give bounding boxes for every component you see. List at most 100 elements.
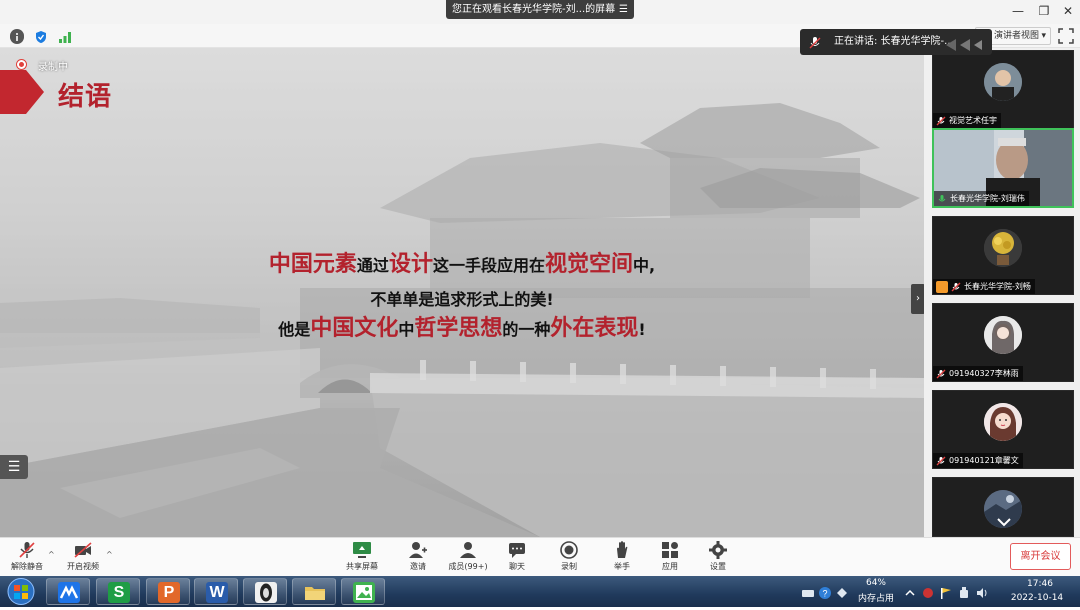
mic-muted-icon xyxy=(936,456,946,466)
help-icon[interactable]: ? xyxy=(819,584,831,599)
participant-tile-6[interactable] xyxy=(932,477,1074,537)
participant-tile-4[interactable]: 091940327李林雨 xyxy=(932,303,1074,382)
info-icon[interactable] xyxy=(10,29,24,44)
slide-heading: 结语 xyxy=(58,82,113,112)
taskbar-app-word[interactable]: W xyxy=(194,578,238,605)
avatar xyxy=(984,403,1022,441)
svg-text:?: ? xyxy=(822,589,827,599)
invite-button[interactable]: 邀请 xyxy=(393,541,443,572)
share-banner-label: 您正在观看长春光华学院-刘...的屏幕 xyxy=(452,4,616,15)
swipe-hint-icon xyxy=(944,36,984,51)
leave-meeting-button[interactable]: 离开会议 xyxy=(1010,543,1071,570)
chevron-down-icon: ▾ xyxy=(1041,31,1046,41)
chat-button[interactable]: 聊天 xyxy=(492,541,542,572)
view-mode-label: 演讲者视图 xyxy=(994,31,1040,41)
taskbar-app-image-viewer[interactable] xyxy=(341,578,385,605)
speaking-label: 正在讲话: 长春光华学院-... xyxy=(834,36,954,47)
participant-name: 长春光华学院-刘瑞伟 xyxy=(950,194,1025,203)
folder-icon xyxy=(304,582,326,603)
unmute-button[interactable]: 解除静音 xyxy=(2,541,52,572)
text-emphasis: 外在表现 xyxy=(550,316,639,341)
participant-name: 091940121章馨文 xyxy=(949,456,1019,465)
participant-name-bar: 长春光华学院-刘畅 xyxy=(933,279,1035,294)
image-viewer-icon xyxy=(353,582,375,603)
avatar xyxy=(984,229,1022,267)
slide-text-line-3: 他是中国文化中哲学思想的一种外在表现! xyxy=(0,310,924,342)
avatar xyxy=(984,316,1022,354)
invite-label: 邀请 xyxy=(410,562,426,571)
participant-name-bar: 091940327李林雨 xyxy=(933,366,1023,381)
participant-name: 视觉艺术任宇 xyxy=(949,116,997,125)
record-icon xyxy=(560,541,578,559)
media-icon xyxy=(255,582,277,603)
slide-text-line-2: 不单单是追求形式上的美! xyxy=(370,290,554,309)
slide-list-button[interactable]: ☰ xyxy=(0,455,28,479)
shared-slide: 录制中 结语 中国元素通过设计这一手段应用在视觉空间中, 不单单是追求形式上的美… xyxy=(0,48,924,537)
fullscreen-icon[interactable] xyxy=(1058,28,1074,44)
settings-label: 设置 xyxy=(710,562,726,571)
members-icon xyxy=(460,542,476,558)
heading-arrow-icon xyxy=(0,70,44,114)
participant-tile-3[interactable]: 长春光华学院-刘畅 xyxy=(932,216,1074,295)
tray-app-icon[interactable] xyxy=(922,584,934,598)
collapse-panel-button[interactable]: › xyxy=(911,284,925,314)
text-emphasis: 设计 xyxy=(388,252,433,277)
clock-time[interactable]: 17:46 xyxy=(1010,579,1070,589)
taskbar-app-spreadsheet[interactable]: S xyxy=(96,578,140,605)
tray-expand-icon[interactable] xyxy=(904,584,916,596)
mic-muted-icon xyxy=(19,542,35,558)
share-screen-label: 共享屏幕 xyxy=(346,562,378,571)
restore-button[interactable]: ❐ xyxy=(1034,2,1054,20)
taskbar-app-media[interactable] xyxy=(243,578,287,605)
share-screen-icon xyxy=(353,542,371,558)
speaking-indicator: 正在讲话: 长春光华学院-... xyxy=(800,29,992,55)
taskbar-app-presentation[interactable]: P xyxy=(146,578,190,605)
mic-active-icon xyxy=(937,194,947,204)
signal-icon[interactable] xyxy=(58,29,72,43)
avatar xyxy=(984,63,1022,101)
participant-name: 091940327李林雨 xyxy=(949,369,1019,378)
mic-muted-icon xyxy=(936,116,946,126)
share-screen-button[interactable]: 共享屏幕 xyxy=(337,541,387,572)
record-button[interactable]: 录制 xyxy=(544,541,594,572)
start-button[interactable] xyxy=(4,577,38,606)
taskbar-app-lanxin[interactable] xyxy=(46,578,90,605)
apps-button[interactable]: 应用 xyxy=(645,541,695,572)
text-plain: 通过 xyxy=(356,256,389,275)
share-banner[interactable]: 您正在观看长春光华学院-刘...的屏幕 ☰ xyxy=(446,0,634,19)
participant-tile-5[interactable]: 091940121章馨文 xyxy=(932,390,1074,469)
keyboard-icon[interactable] xyxy=(802,584,814,597)
power-icon[interactable] xyxy=(958,584,970,598)
raise-hand-button[interactable]: 举手 xyxy=(597,541,647,572)
camera-off-icon xyxy=(74,542,92,558)
presentation-icon: P xyxy=(158,582,180,603)
settings-button[interactable]: 设置 xyxy=(693,541,743,572)
clock-date[interactable]: 2022-10-14 xyxy=(1004,593,1070,603)
taskbar-app-folder[interactable] xyxy=(292,578,336,605)
shield-icon[interactable] xyxy=(34,29,48,43)
word-icon: W xyxy=(206,582,228,603)
participant-name-bar: 长春光华学院-刘瑞伟 xyxy=(934,191,1029,206)
close-button[interactable]: ✕ xyxy=(1058,2,1078,20)
memory-label: 内存占用 xyxy=(858,594,895,604)
flag-icon[interactable] xyxy=(940,584,952,599)
text-plain: ! xyxy=(638,320,646,339)
audio-options-caret[interactable]: ^ xyxy=(48,550,55,559)
chevron-down-icon[interactable] xyxy=(995,514,1013,528)
speaker-icon[interactable] xyxy=(976,584,988,598)
record-label: 录制 xyxy=(561,562,577,571)
network-icon[interactable] xyxy=(836,584,848,598)
participant-tile-1[interactable]: 视觉艺术任宇 xyxy=(932,50,1074,129)
spreadsheet-icon: S xyxy=(108,582,130,603)
start-video-button[interactable]: 开启视频 xyxy=(58,541,108,572)
video-options-caret[interactable]: ^ xyxy=(106,550,113,559)
text-plain: 的一种 xyxy=(502,320,551,339)
minimize-button[interactable]: — xyxy=(1008,2,1028,20)
apps-icon xyxy=(662,542,678,558)
menu-icon[interactable]: ☰ xyxy=(619,0,628,19)
slide-text-line-1: 中国元素通过设计这一手段应用在视觉空间中, xyxy=(0,246,924,278)
host-icon xyxy=(936,280,948,293)
members-button[interactable]: 成员(99+) xyxy=(442,541,494,572)
recording-indicator-icon xyxy=(17,60,26,69)
participant-tile-2[interactable]: 长春光华学院-刘瑞伟 xyxy=(932,128,1074,208)
